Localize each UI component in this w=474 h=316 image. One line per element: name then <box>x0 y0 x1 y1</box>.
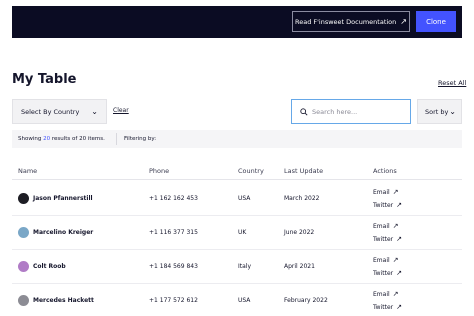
twitter-link-label: Twitter <box>373 235 394 243</box>
chevron-down-icon: ⌄ <box>449 107 456 116</box>
email-link[interactable]: Email ↗ <box>373 222 402 230</box>
reset-all-link[interactable]: Reset All <box>438 79 466 87</box>
results-status-bar: Showing 20 results of 20 items. Filterin… <box>12 130 462 148</box>
results-suffix: items. <box>87 136 105 142</box>
row-name: Marcelino Kreiger <box>33 229 94 236</box>
column-header-country[interactable]: Country <box>238 167 264 175</box>
table-row: Mercedes Hackett +1 177 572 612 USA Februar… <box>12 284 462 316</box>
results-count: Showing 20 results of 20 items. <box>12 136 116 142</box>
table-row: Marcelino Kreiger +1 116 377 315 UK June 20… <box>12 216 462 250</box>
column-header-last-update[interactable]: Last Update <box>284 167 323 175</box>
row-actions: Email ↗ Twitter ↗ <box>373 256 402 277</box>
twitter-link-label: Twitter <box>373 303 394 311</box>
row-name-cell: Colt Roob <box>18 261 66 272</box>
table-row: Jason Pfannerstill +1 162 162 453 USA March… <box>12 182 462 216</box>
results-total-count: 20 <box>79 136 87 142</box>
column-header-name[interactable]: Name <box>18 167 37 175</box>
sort-by-label: Sort by <box>425 107 449 116</box>
row-country: USA <box>238 195 251 202</box>
email-link[interactable]: Email ↗ <box>373 188 402 196</box>
search-box[interactable] <box>291 99 411 124</box>
arrow-up-right-icon: ↗ <box>392 256 399 264</box>
row-last-update: February 2022 <box>284 297 328 304</box>
email-link-label: Email <box>373 188 390 196</box>
row-name-cell: Mercedes Hackett <box>18 295 94 306</box>
row-phone: +1 177 572 612 <box>149 297 198 304</box>
row-name-cell: Marcelino Kreiger <box>18 227 93 238</box>
table-header: Name Phone Country Last Update Actions <box>12 162 462 180</box>
email-link-label: Email <box>373 222 390 230</box>
twitter-link-label: Twitter <box>373 269 394 277</box>
arrow-up-right-icon: ↗ <box>392 188 399 196</box>
arrow-up-right-icon: ↗ <box>396 269 402 277</box>
page-title: My Table <box>12 72 77 87</box>
row-actions: Email ↗ Twitter ↗ <box>373 222 402 243</box>
email-link-label: Email <box>373 290 390 298</box>
country-select-value: Select By Country <box>21 107 80 116</box>
row-phone: +1 116 377 315 <box>149 229 198 236</box>
row-country: Italy <box>238 263 252 270</box>
twitter-link[interactable]: Twitter ↗ <box>373 201 402 209</box>
clear-filter-link[interactable]: Clear <box>113 107 129 114</box>
avatar <box>18 261 29 272</box>
email-link-label: Email <box>373 256 390 264</box>
email-link[interactable]: Email ↗ <box>373 256 402 264</box>
row-name: Jason Pfannerstill <box>33 195 93 202</box>
sort-by-select[interactable]: Sort by ⌄ <box>417 99 462 124</box>
arrow-up-right-icon: ↗ <box>400 16 407 26</box>
row-country: USA <box>238 297 251 304</box>
search-icon <box>300 107 308 116</box>
avatar <box>18 227 29 238</box>
row-actions: Email ↗ Twitter ↗ <box>373 290 402 311</box>
avatar <box>18 193 29 204</box>
twitter-link[interactable]: Twitter ↗ <box>373 235 402 243</box>
read-documentation-label: Read F'insweet Documentation <box>295 17 397 26</box>
arrow-up-right-icon: ↗ <box>396 303 402 311</box>
row-name-cell: Jason Pfannerstill <box>18 193 93 204</box>
twitter-link[interactable]: Twitter ↗ <box>373 269 402 277</box>
row-name: Colt Roob <box>33 263 66 270</box>
arrow-up-right-icon: ↗ <box>392 290 399 298</box>
row-phone: +1 162 162 453 <box>149 195 198 202</box>
row-last-update: March 2022 <box>284 195 320 202</box>
row-last-update: April 2021 <box>284 263 315 270</box>
arrow-up-right-icon: ↗ <box>396 235 402 243</box>
arrow-up-right-icon: ↗ <box>396 201 402 209</box>
avatar <box>18 295 29 306</box>
email-link[interactable]: Email ↗ <box>373 290 402 298</box>
chevron-down-icon: ⌄ <box>91 107 98 116</box>
country-select[interactable]: Select By Country ⌄ <box>12 99 107 124</box>
table-row: Colt Roob +1 184 569 843 Italy April 2021 Em… <box>12 250 462 284</box>
column-header-actions: Actions <box>373 167 397 175</box>
twitter-link[interactable]: Twitter ↗ <box>373 303 402 311</box>
row-last-update: June 2022 <box>284 229 315 236</box>
search-input[interactable] <box>312 107 407 116</box>
row-phone: +1 184 569 843 <box>149 263 198 270</box>
filtering-by-label: Filtering by: <box>124 136 157 142</box>
clone-button[interactable]: Clone <box>416 11 456 32</box>
read-documentation-button[interactable]: Read F'insweet Documentation ↗ <box>292 11 410 32</box>
results-shown-count: 20 <box>43 136 51 142</box>
arrow-up-right-icon: ↗ <box>392 222 399 230</box>
twitter-link-label: Twitter <box>373 201 394 209</box>
column-header-phone[interactable]: Phone <box>149 167 169 175</box>
top-bar: Read F'insweet Documentation ↗ Clone <box>12 6 462 38</box>
results-prefix: Showing <box>18 136 42 142</box>
results-middle: results of <box>51 136 78 142</box>
row-actions: Email ↗ Twitter ↗ <box>373 188 402 209</box>
row-country: UK <box>238 229 247 236</box>
row-name: Mercedes Hackett <box>33 297 94 304</box>
